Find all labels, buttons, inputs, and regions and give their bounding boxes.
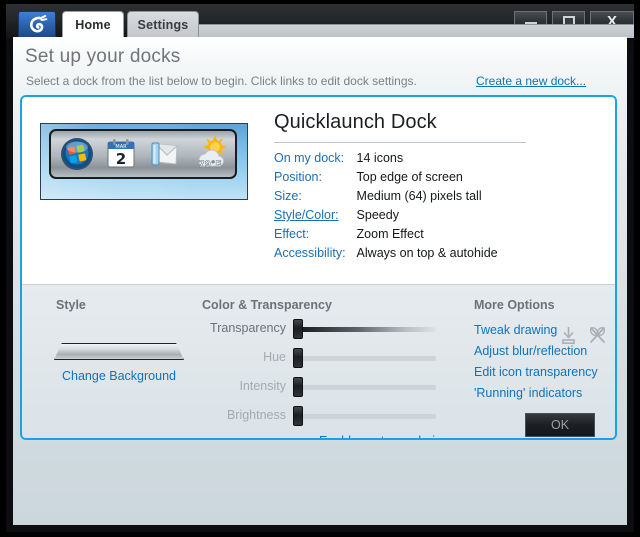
svg-text:2: 2 [116,150,126,168]
delete-dock-icon[interactable] [588,325,607,345]
page-subtitle: Select a dock from the list below to beg… [26,74,417,88]
weather-icon: 79°F [190,135,228,173]
tab-strip-filler [199,24,634,38]
style-section-header: Style [56,298,86,312]
brightness-slider-track[interactable] [294,414,436,419]
background-preview[interactable] [54,343,184,360]
info-label-style-color[interactable]: Style/Color: [274,206,357,225]
page-title: Set up your docks [25,46,181,67]
enable-custom-coloring-link[interactable]: Enable custom coloring [319,434,449,438]
table-row: Position: Top edge of screen [274,168,498,187]
intensity-slider-label: Intensity [239,379,286,393]
dock-preview-thumbnail[interactable]: MAR 2 79°F [40,123,248,200]
tweak-drawing-link[interactable]: Tweak drawing [474,323,557,337]
svg-text:79°F: 79°F [198,160,221,170]
info-label-size: Size: [274,189,302,203]
more-options-header: More Options [474,298,555,312]
save-dock-icon[interactable] [559,325,578,345]
tab-strip: Home Settings [6,11,634,38]
info-label-accessibility: Accessibility: [274,246,346,260]
table-row: Effect: Zoom Effect [274,225,498,244]
change-background-link[interactable]: Change Background [53,369,185,383]
info-value-on-my-dock: 14 icons [356,151,404,165]
info-value-size: Medium (64) pixels tall [356,189,482,203]
table-row: Accessibility: Always on top & autohide [274,244,498,263]
running-indicators-link[interactable]: 'Running' indicators [474,386,582,400]
hue-slider-track[interactable] [294,356,436,361]
dock-title-divider [274,142,526,143]
info-value-position: Top edge of screen [356,170,463,184]
brightness-slider[interactable]: Brightness [227,406,436,426]
table-row: On my dock: 14 icons [274,149,498,168]
mail-icon [146,135,184,173]
table-row: Style/Color: Speedy [274,206,498,225]
ok-button[interactable]: OK [525,413,595,437]
info-value-style-color: Speedy [356,208,399,222]
transparency-slider-thumb[interactable] [293,319,303,339]
dock-name-title: Quicklaunch Dock [274,111,437,133]
hue-slider[interactable]: Hue [263,348,436,368]
intensity-slider-track[interactable] [294,385,436,390]
tab-home[interactable]: Home [62,11,124,38]
intensity-slider-thumb[interactable] [293,377,303,397]
info-value-effect: Zoom Effect [356,227,424,241]
brightness-slider-label: Brightness [226,408,286,422]
transparency-slider[interactable]: Transparency [210,319,436,339]
tab-settings[interactable]: Settings [127,11,199,38]
transparency-slider-track[interactable] [294,327,436,332]
client-area: Set up your docks Select a dock from the… [13,37,627,525]
calendar-icon: MAR 2 [102,135,140,173]
background-preview-shape [54,343,184,360]
table-row: Size: Medium (64) pixels tall [274,187,498,206]
app-logo-button[interactable] [18,11,56,38]
info-value-accessibility: Always on top & autohide [356,246,498,260]
hue-slider-label: Hue [263,350,286,364]
application-window: X Home Settings Set up your docks Select… [0,0,640,537]
adjust-blur-reflection-link[interactable]: Adjust blur/reflection [474,344,587,358]
dock-panel[interactable]: MAR 2 79°F Quicklaunch Dock On my dock: … [20,95,617,440]
tab-settings-label: Settings [137,18,189,32]
tab-home-label: Home [75,18,111,32]
create-new-dock-link[interactable]: Create a new dock... [476,74,586,88]
info-label-position: Position: [274,170,322,184]
hue-slider-thumb[interactable] [293,348,303,368]
objectdock-logo-icon [29,15,48,33]
edit-icon-transparency-link[interactable]: Edit icon transparency [474,365,598,379]
preview-dock-bar: MAR 2 79°F [49,129,237,179]
info-label-effect: Effect: [274,227,310,241]
intensity-slider[interactable]: Intensity [239,377,436,397]
dock-info-table: On my dock: 14 icons Position: Top edge … [274,149,498,263]
transparency-slider-label: Transparency [210,321,286,335]
brightness-slider-thumb[interactable] [293,406,303,426]
info-label-on-my-dock: On my dock: [274,151,345,165]
color-section-header: Color & Transparency [202,298,332,312]
windows-orb-icon [58,135,96,173]
